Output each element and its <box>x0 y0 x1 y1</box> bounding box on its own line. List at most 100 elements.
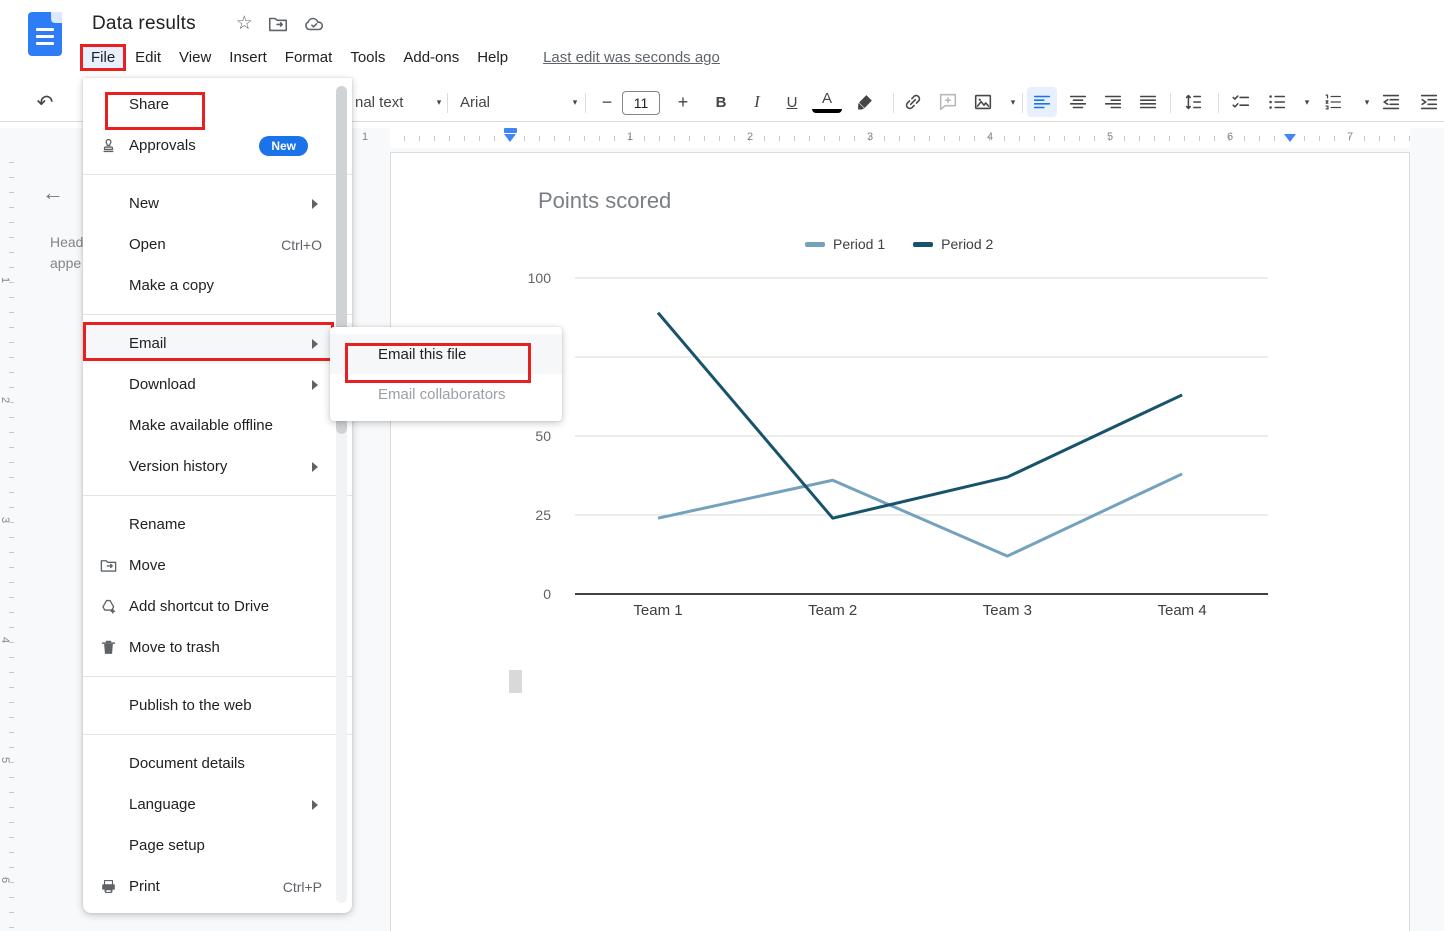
menu-view[interactable]: View <box>170 44 220 71</box>
menu-item-print[interactable]: PrintCtrl+P <box>83 866 352 907</box>
submenu-arrow-icon <box>312 199 318 209</box>
menu-insert[interactable]: Insert <box>220 44 276 71</box>
submenu-item-email-this-file[interactable]: Email this file <box>330 334 562 374</box>
decrease-indent-button[interactable] <box>1376 87 1406 117</box>
menu-tools[interactable]: Tools <box>341 44 394 71</box>
italic-button[interactable]: I <box>742 87 772 117</box>
menu-item-share[interactable]: Share <box>83 84 352 125</box>
ruler-number: 1 <box>0 277 11 283</box>
highlight-color-button[interactable] <box>850 87 880 117</box>
chevron-down-icon[interactable]: ▾ <box>424 87 454 117</box>
font-size-input[interactable]: 11 <box>622 91 660 115</box>
x-axis-label: Team 2 <box>773 602 893 619</box>
align-right-button[interactable] <box>1098 87 1128 117</box>
align-center-button[interactable] <box>1063 87 1093 117</box>
menu-item-download[interactable]: Download <box>83 364 352 405</box>
x-axis-label: Team 1 <box>598 602 718 619</box>
ruler-number: 1 <box>362 131 368 143</box>
decrease-font-size-button[interactable]: − <box>592 87 622 117</box>
vertical-ruler: 123456 <box>0 148 16 931</box>
submenu-arrow-icon <box>312 462 318 472</box>
insert-link-button[interactable] <box>898 87 928 117</box>
menu-item-rename[interactable]: Rename <box>83 504 352 545</box>
cloud-status-icon[interactable] <box>303 13 325 35</box>
numbered-list-button[interactable] <box>1318 87 1348 117</box>
submenu-arrow-icon <box>312 339 318 349</box>
menu-item-version-history[interactable]: Version history <box>83 446 352 487</box>
star-icon[interactable]: ☆ <box>236 12 253 35</box>
chart-title: Points scored <box>538 188 671 214</box>
bulleted-list-button[interactable] <box>1262 87 1292 117</box>
legend-label: Period 2 <box>941 236 993 252</box>
bold-button[interactable]: B <box>706 87 736 117</box>
left-indent-marker[interactable] <box>504 128 517 133</box>
ruler-number: 3 <box>0 517 11 523</box>
ruler-number: 4 <box>0 637 11 643</box>
document-title[interactable]: Data results <box>92 13 196 35</box>
chart[interactable]: Points scored Period 1Period 2 025507510… <box>500 170 1290 640</box>
menu-item-approvals[interactable]: Approvals New <box>83 125 352 166</box>
align-left-button[interactable] <box>1027 87 1057 117</box>
menu-item-add-shortcut-to-drive[interactable]: Add shortcut to Drive <box>83 586 352 627</box>
submenu-arrow-icon <box>312 380 318 390</box>
submenu-arrow-icon <box>312 800 318 810</box>
y-axis-label: 50 <box>505 428 551 444</box>
outline-placeholder-text: Head appe <box>50 232 83 274</box>
menu-item-make-a-copy[interactable]: Make a copy <box>83 265 352 306</box>
legend-item: Period 1 <box>805 236 885 252</box>
menu-file[interactable]: File <box>80 44 126 71</box>
selection-handle <box>509 670 522 693</box>
menu-help[interactable]: Help <box>468 44 517 71</box>
ruler-number: 6 <box>1227 131 1233 143</box>
menu-add-ons[interactable]: Add-ons <box>394 44 468 71</box>
add-comment-button[interactable] <box>933 87 963 117</box>
legend-swatch <box>805 242 825 247</box>
menu-bar: File Edit View Insert Format Tools Add-o… <box>80 44 720 71</box>
legend-item: Period 2 <box>913 236 993 252</box>
menu-item-make-available-offline[interactable]: Make available offline <box>83 405 352 446</box>
drive-add-icon <box>99 597 129 616</box>
app-header: Data results ☆ File Edit View Insert For… <box>0 0 1444 85</box>
chart-plot-area <box>558 265 1270 615</box>
menu-format[interactable]: Format <box>276 44 342 71</box>
ruler-number: 1 <box>627 131 633 143</box>
x-axis-label: Team 4 <box>1122 602 1242 619</box>
menu-item-document-details[interactable]: Document details <box>83 743 352 784</box>
close-outline-icon[interactable]: ← <box>42 180 64 206</box>
chevron-down-icon[interactable]: ▾ <box>998 87 1028 117</box>
increase-font-size-button[interactable]: + <box>668 87 698 117</box>
increase-indent-button[interactable] <box>1414 87 1444 117</box>
menu-item-move-to-trash[interactable]: Move to trash <box>83 627 352 668</box>
menu-item-open[interactable]: OpenCtrl+O <box>83 224 352 265</box>
right-indent-marker[interactable] <box>1284 134 1296 142</box>
new-badge: New <box>259 136 308 156</box>
google-docs-icon[interactable] <box>28 12 62 56</box>
last-edit-link[interactable]: Last edit was seconds ago <box>543 49 720 66</box>
menu-item-email[interactable]: Email <box>83 323 352 364</box>
ruler-number: 6 <box>0 877 11 883</box>
menu-item-page-setup[interactable]: Page setup <box>83 825 352 866</box>
menu-item-language[interactable]: Language <box>83 784 352 825</box>
underline-button[interactable]: U <box>777 87 807 117</box>
approval-stamp-icon <box>99 136 129 155</box>
ruler-number: 4 <box>987 131 993 143</box>
line-spacing-button[interactable] <box>1178 87 1208 117</box>
y-axis-label: 25 <box>505 507 551 523</box>
checklist-button[interactable] <box>1226 87 1256 117</box>
move-to-folder-icon[interactable] <box>267 13 289 35</box>
menu-item-move[interactable]: Move <box>83 545 352 586</box>
menu-edit[interactable]: Edit <box>126 44 170 71</box>
ruler-number: 7 <box>1347 131 1353 143</box>
insert-image-button[interactable] <box>968 87 998 117</box>
undo-button[interactable]: ↶ <box>30 87 60 117</box>
paragraph-style-dropdown[interactable]: nal text <box>355 87 427 117</box>
chart-legend: Period 1 Period 2 <box>805 236 993 252</box>
menu-item-new[interactable]: New <box>83 183 352 224</box>
series-line-period-2 <box>658 313 1182 518</box>
align-justify-button[interactable] <box>1133 87 1163 117</box>
menu-item-publish-to-the-web[interactable]: Publish to the web <box>83 685 352 726</box>
text-color-button[interactable]: A <box>812 87 842 113</box>
first-line-indent-marker[interactable] <box>504 134 516 142</box>
font-family-dropdown[interactable]: Arial <box>460 87 520 117</box>
ruler-number: 2 <box>747 131 753 143</box>
